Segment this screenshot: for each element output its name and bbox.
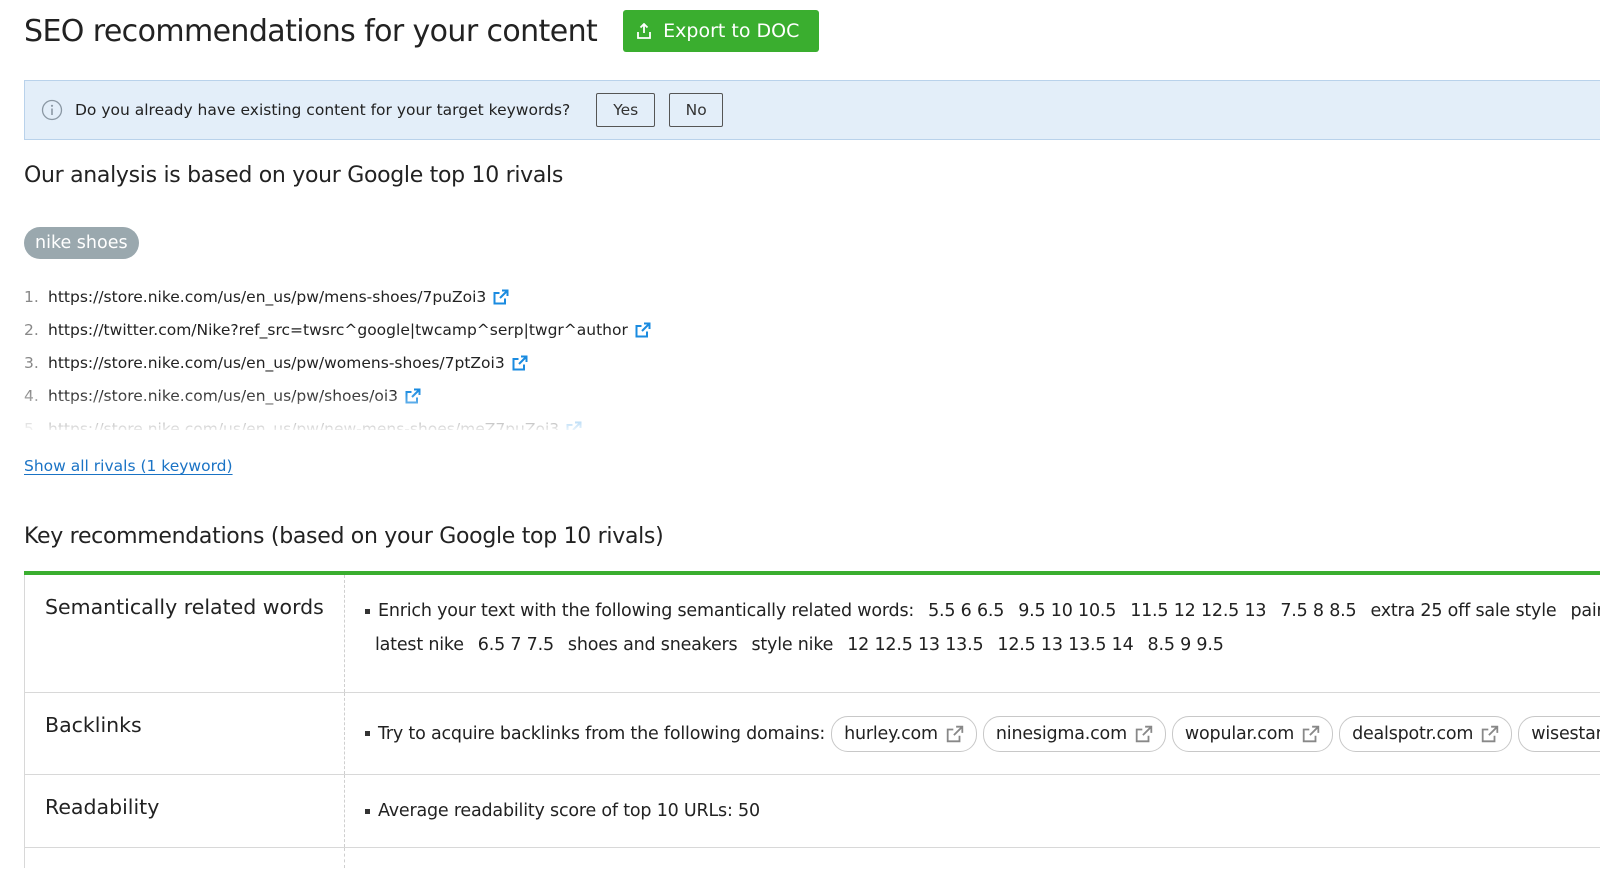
rival-number: 5. — [24, 419, 39, 431]
next-row-label — [25, 848, 345, 868]
rival-item: 4. https://store.nike.com/us/en_us/pw/sh… — [24, 379, 724, 412]
external-link-icon[interactable] — [512, 355, 528, 371]
external-link-icon — [1481, 725, 1499, 743]
rival-url: https://store.nike.com/us/en_us/pw/mens-… — [48, 287, 487, 306]
rival-url: https://store.nike.com/us/en_us/pw/new-m… — [48, 419, 560, 431]
keyword-pill: nike shoes — [24, 227, 139, 259]
rival-item: 3. https://store.nike.com/us/en_us/pw/wo… — [24, 346, 724, 379]
domain-pill[interactable]: ninesigma.com — [982, 715, 1166, 752]
semantic-word: 5.5 6 6.5 — [928, 601, 1005, 621]
rival-number: 1. — [24, 287, 39, 306]
domain-name: wopular.com — [1184, 723, 1295, 744]
semantic-word: 12.5 13 13.5 14 — [997, 635, 1134, 655]
backlinks-row: Backlinks Try to acquire backlinks from … — [24, 693, 1600, 775]
rival-item: 1. https://store.nike.com/us/en_us/pw/me… — [24, 280, 724, 313]
readability-label: Readability — [25, 775, 345, 847]
rival-url: https://store.nike.com/us/en_us/pw/women… — [48, 353, 505, 372]
external-link-icon[interactable] — [405, 388, 421, 404]
external-link-icon[interactable] — [493, 289, 509, 305]
rival-url: https://store.nike.com/us/en_us/pw/shoes… — [48, 386, 398, 405]
page-title: SEO recommendations for your content — [24, 13, 598, 49]
rival-number: 3. — [24, 353, 39, 372]
backlinks-label: Backlinks — [25, 693, 345, 774]
semantic-word: 8.5 9 9.5 — [1147, 635, 1224, 655]
info-icon — [41, 99, 63, 121]
recommendations-title: Key recommendations (based on your Googl… — [24, 524, 664, 549]
bullet — [365, 608, 370, 614]
external-link-icon[interactable] — [635, 322, 651, 338]
external-link-icon — [946, 725, 964, 743]
recommendations-table: Semantically related words Enrich your t… — [24, 571, 1600, 868]
domain-pill[interactable]: dealspotr.com — [1339, 715, 1513, 752]
domain-name: dealspotr.com — [1352, 723, 1474, 744]
backlinks-intro: Try to acquire backlinks from the follow… — [378, 723, 826, 744]
domain-pill[interactable]: hurley.com — [831, 715, 977, 752]
semantic-word: 11.5 12 12.5 13 — [1130, 601, 1267, 621]
semantic-word: extra 25 off sale style — [1370, 601, 1557, 621]
semantic-words-line-2: latest nike 6.5 7 7.5 shoes and sneakers st… — [365, 635, 1580, 655]
rival-item: 5. https://store.nike.com/us/en_us/pw/ne… — [24, 412, 724, 430]
rival-number: 2. — [24, 320, 39, 339]
semantic-word: latest nike — [375, 635, 464, 655]
domain-pill[interactable]: wisestamp.com — [1518, 715, 1600, 752]
backlinks-line: Try to acquire backlinks from the follow… — [365, 715, 1600, 752]
readability-content: Average readability score of top 10 URLs… — [345, 775, 1600, 847]
next-row-partial — [24, 848, 1600, 868]
show-all-rivals-link[interactable]: Show all rivals (1 keyword) — [24, 457, 233, 475]
domain-pill[interactable]: wopular.com — [1171, 715, 1334, 752]
rivals-list: 1. https://store.nike.com/us/en_us/pw/me… — [24, 280, 724, 430]
page-header: SEO recommendations for your content Exp… — [24, 10, 820, 52]
existing-content-banner: Do you already have existing content for… — [24, 80, 1600, 140]
analysis-title: Our analysis is based on your Google top… — [24, 163, 564, 188]
rival-url: https://twitter.com/Nike?ref_src=twsrc^g… — [48, 320, 628, 339]
semantic-word: 9.5 10 10.5 — [1018, 601, 1117, 621]
readability-line: Average readability score of top 10 URLs… — [365, 801, 760, 821]
semantic-words-line-1: Enrich your text with the following sema… — [365, 601, 1600, 621]
semantic-words-label: Semantically related words — [25, 575, 345, 692]
export-to-doc-button[interactable]: Export to DOC — [623, 10, 820, 52]
semantic-word: 12 12.5 13 13.5 — [847, 635, 984, 655]
export-label: Export to DOC — [663, 20, 800, 42]
readability-score: 50 — [738, 801, 760, 821]
semantic-word: pair of nike — [1570, 601, 1600, 621]
external-link-icon — [1135, 725, 1153, 743]
semantic-word: 6.5 7 7.5 — [477, 635, 554, 655]
no-button[interactable]: No — [669, 93, 724, 127]
readability-row: Readability Average readability score of… — [24, 775, 1600, 848]
semantic-word: shoes and sneakers — [567, 635, 738, 655]
bullet — [365, 808, 370, 814]
semantic-word: 7.5 8 8.5 — [1280, 601, 1357, 621]
external-link-icon — [1302, 725, 1320, 743]
backlinks-content: Try to acquire backlinks from the follow… — [345, 693, 1600, 774]
domain-name: wisestamp.com — [1531, 723, 1600, 744]
semantic-words-row: Semantically related words Enrich your t… — [24, 575, 1600, 693]
semantic-intro: Enrich your text with the following sema… — [378, 601, 915, 621]
semantic-word: style nike — [751, 635, 834, 655]
rival-item: 2. https://twitter.com/Nike?ref_src=twsr… — [24, 313, 724, 346]
banner-question: Do you already have existing content for… — [75, 101, 571, 119]
readability-text: Average readability score of top 10 URLs… — [378, 801, 733, 821]
next-row-content — [345, 848, 1600, 868]
rival-number: 4. — [24, 386, 39, 405]
bullet — [365, 731, 370, 736]
export-icon — [637, 23, 652, 39]
domain-name: hurley.com — [844, 723, 938, 744]
semantic-words-content: Enrich your text with the following sema… — [345, 575, 1600, 692]
external-link-icon[interactable] — [566, 421, 582, 430]
domain-name: ninesigma.com — [995, 723, 1127, 744]
yes-button[interactable]: Yes — [596, 93, 656, 127]
